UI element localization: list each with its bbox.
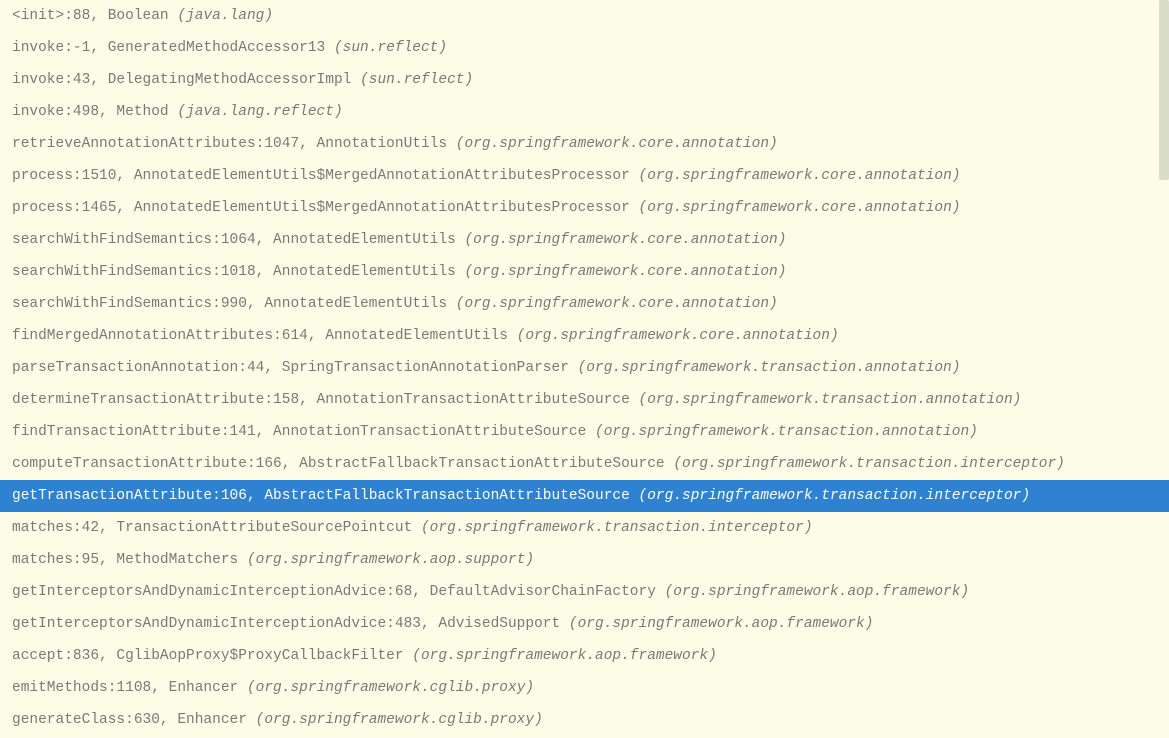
frame-package: (org.springframework.transaction.annotat… (639, 392, 1022, 408)
stack-frame[interactable]: parseTransactionAnnotation:44, SpringTra… (0, 352, 1169, 384)
stack-frame[interactable]: findTransactionAttribute:141, Annotation… (0, 416, 1169, 448)
stack-frame[interactable]: getInterceptorsAndDynamicInterceptionAdv… (0, 608, 1169, 640)
stack-frame[interactable]: invoke:-1, GeneratedMethodAccessor13 (su… (0, 32, 1169, 64)
stack-frame[interactable]: searchWithFindSemantics:1018, AnnotatedE… (0, 256, 1169, 288)
stack-frame[interactable]: matches:42, TransactionAttributeSourcePo… (0, 512, 1169, 544)
stack-frame[interactable]: searchWithFindSemantics:990, AnnotatedEl… (0, 288, 1169, 320)
frame-main: emitMethods:1108, Enhancer (12, 680, 247, 696)
frame-main: <init>:88, Boolean (12, 8, 177, 24)
stack-frame[interactable]: determineTransactionAttribute:158, Annot… (0, 384, 1169, 416)
frame-package: (java.lang.reflect) (177, 104, 342, 120)
frame-main: getTransactionAttribute:106, AbstractFal… (12, 488, 639, 504)
frame-package: (sun.reflect) (360, 72, 473, 88)
stack-frame[interactable]: getInterceptorsAndDynamicInterceptionAdv… (0, 576, 1169, 608)
stack-frame-list: <init>:88, Boolean (java.lang)invoke:-1,… (0, 0, 1169, 736)
frame-main: invoke:498, Method (12, 104, 177, 120)
stack-frame[interactable]: invoke:498, Method (java.lang.reflect) (0, 96, 1169, 128)
frame-package: (org.springframework.core.annotation) (517, 328, 839, 344)
stack-frame[interactable]: findMergedAnnotationAttributes:614, Anno… (0, 320, 1169, 352)
stack-frame[interactable]: searchWithFindSemantics:1064, AnnotatedE… (0, 224, 1169, 256)
frame-package: (org.springframework.core.annotation) (464, 264, 786, 280)
stack-frame[interactable]: process:1510, AnnotatedElementUtils$Merg… (0, 160, 1169, 192)
frame-package: (org.springframework.transaction.interce… (639, 488, 1031, 504)
frame-main: searchWithFindSemantics:1018, AnnotatedE… (12, 264, 464, 280)
frame-main: determineTransactionAttribute:158, Annot… (12, 392, 639, 408)
frame-package: (org.springframework.cglib.proxy) (247, 680, 534, 696)
frame-package: (org.springframework.core.annotation) (639, 200, 961, 216)
frame-main: searchWithFindSemantics:990, AnnotatedEl… (12, 296, 456, 312)
frame-main: invoke:-1, GeneratedMethodAccessor13 (12, 40, 334, 56)
stack-frame[interactable]: emitMethods:1108, Enhancer (org.springfr… (0, 672, 1169, 704)
frame-main: matches:42, TransactionAttributeSourcePo… (12, 520, 421, 536)
frame-main: findTransactionAttribute:141, Annotation… (12, 424, 595, 440)
frame-package: (org.springframework.core.annotation) (639, 168, 961, 184)
frame-main: getInterceptorsAndDynamicInterceptionAdv… (12, 584, 665, 600)
frame-main: process:1510, AnnotatedElementUtils$Merg… (12, 168, 639, 184)
scrollbar[interactable] (1159, 0, 1169, 738)
stack-frame[interactable]: process:1465, AnnotatedElementUtils$Merg… (0, 192, 1169, 224)
frame-package: (org.springframework.core.annotation) (464, 232, 786, 248)
stack-frame[interactable]: accept:836, CglibAopProxy$ProxyCallbackF… (0, 640, 1169, 672)
frame-package: (org.springframework.aop.framework) (665, 584, 970, 600)
frame-package: (sun.reflect) (334, 40, 447, 56)
frame-package: (org.springframework.core.annotation) (456, 136, 778, 152)
frame-main: invoke:43, DelegatingMethodAccessorImpl (12, 72, 360, 88)
frame-package: (org.springframework.aop.framework) (569, 616, 874, 632)
frame-main: accept:836, CglibAopProxy$ProxyCallbackF… (12, 648, 412, 664)
stack-frame[interactable]: getTransactionAttribute:106, AbstractFal… (0, 480, 1169, 512)
frame-main: process:1465, AnnotatedElementUtils$Merg… (12, 200, 639, 216)
stack-frame[interactable]: computeTransactionAttribute:166, Abstrac… (0, 448, 1169, 480)
frame-main: getInterceptorsAndDynamicInterceptionAdv… (12, 616, 569, 632)
frame-main: searchWithFindSemantics:1064, AnnotatedE… (12, 232, 464, 248)
stack-frame[interactable]: retrieveAnnotationAttributes:1047, Annot… (0, 128, 1169, 160)
frame-package: (org.springframework.transaction.interce… (421, 520, 813, 536)
frame-main: retrieveAnnotationAttributes:1047, Annot… (12, 136, 456, 152)
frame-main: matches:95, MethodMatchers (12, 552, 247, 568)
stack-frame[interactable]: matches:95, MethodMatchers (org.springfr… (0, 544, 1169, 576)
frame-package: (org.springframework.transaction.annotat… (595, 424, 978, 440)
frame-main: findMergedAnnotationAttributes:614, Anno… (12, 328, 517, 344)
frame-package: (org.springframework.transaction.interce… (673, 456, 1065, 472)
stack-frame[interactable]: invoke:43, DelegatingMethodAccessorImpl … (0, 64, 1169, 96)
frame-main: generateClass:630, Enhancer (12, 712, 256, 728)
frame-main: computeTransactionAttribute:166, Abstrac… (12, 456, 673, 472)
frame-package: (java.lang) (177, 8, 273, 24)
frame-main: parseTransactionAnnotation:44, SpringTra… (12, 360, 578, 376)
frame-package: (org.springframework.aop.framework) (412, 648, 717, 664)
frame-package: (org.springframework.transaction.annotat… (578, 360, 961, 376)
frame-package: (org.springframework.cglib.proxy) (256, 712, 543, 728)
frame-package: (org.springframework.core.annotation) (456, 296, 778, 312)
stack-frame[interactable]: generateClass:630, Enhancer (org.springf… (0, 704, 1169, 736)
stack-frame[interactable]: <init>:88, Boolean (java.lang) (0, 0, 1169, 32)
frame-package: (org.springframework.aop.support) (247, 552, 534, 568)
scroll-thumb[interactable] (1159, 0, 1169, 180)
